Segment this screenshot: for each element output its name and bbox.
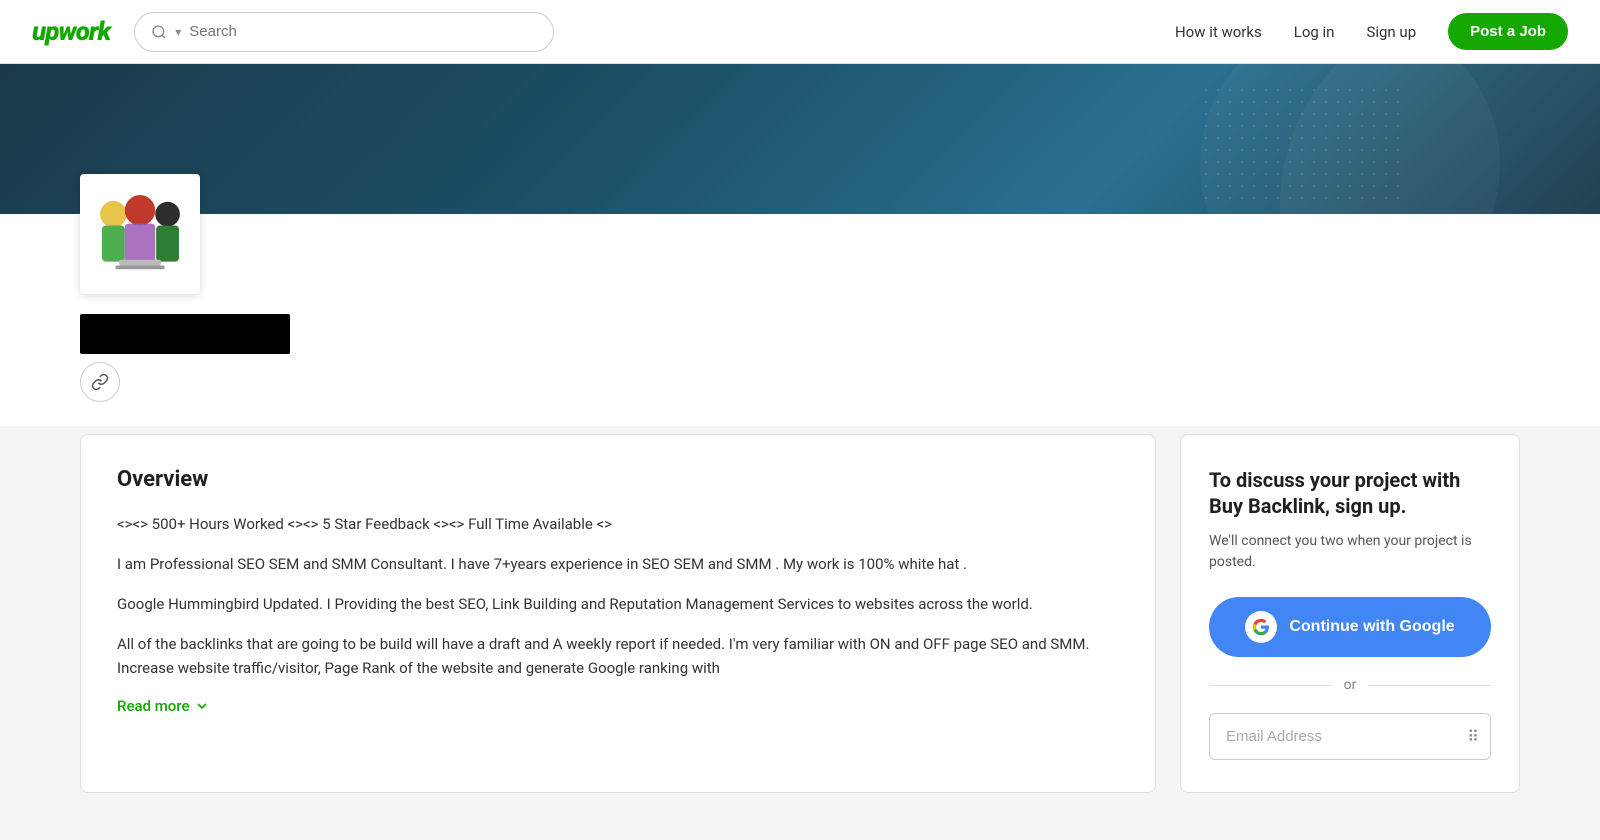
upwork-logo[interactable]: upwork bbox=[32, 17, 110, 47]
post-job-button[interactable]: Post a Job bbox=[1448, 13, 1568, 50]
search-icon bbox=[151, 24, 167, 40]
overview-card: Overview <><> 500+ Hours Worked <><> 5 S… bbox=[80, 434, 1156, 793]
email-icon: ⠿ bbox=[1467, 727, 1479, 746]
hero-banner bbox=[0, 64, 1600, 214]
hero-dots-decoration bbox=[1200, 84, 1400, 204]
signup-title: To discuss your project with Buy Backlin… bbox=[1209, 467, 1491, 519]
overview-title: Overview bbox=[117, 467, 1119, 492]
header: upwork ▾ How it works Log in Sign up Pos… bbox=[0, 0, 1600, 64]
main-content: Overview <><> 500+ Hours Worked <><> 5 S… bbox=[0, 426, 1600, 833]
main-nav: How it works Log in Sign up Post a Job bbox=[1175, 13, 1568, 50]
profile-section bbox=[0, 214, 1600, 426]
profile-link-button[interactable] bbox=[80, 362, 120, 402]
nav-signup[interactable]: Sign up bbox=[1366, 23, 1416, 41]
avatar-illustration bbox=[83, 181, 197, 291]
email-input-wrapper: ⠿ bbox=[1209, 713, 1491, 760]
read-more-link[interactable]: Read more bbox=[117, 697, 210, 715]
signup-subtitle: We'll connect you two when your project … bbox=[1209, 531, 1491, 573]
google-icon bbox=[1245, 611, 1277, 643]
nav-how-it-works[interactable]: How it works bbox=[1175, 23, 1262, 41]
overview-paragraph-2: I am Professional SEO SEM and SMM Consul… bbox=[117, 552, 1119, 576]
or-text: or bbox=[1344, 677, 1357, 693]
avatar bbox=[80, 174, 200, 294]
signup-card: To discuss your project with Buy Backlin… bbox=[1180, 434, 1520, 793]
search-input[interactable] bbox=[189, 23, 537, 40]
or-divider: or bbox=[1209, 677, 1491, 693]
overview-paragraph-1: <><> 500+ Hours Worked <><> 5 Star Feedb… bbox=[117, 512, 1119, 536]
chevron-down-icon bbox=[194, 698, 210, 714]
link-icon bbox=[91, 373, 109, 391]
nav-login[interactable]: Log in bbox=[1294, 23, 1335, 41]
profile-name-bar bbox=[80, 314, 290, 354]
email-field[interactable] bbox=[1209, 713, 1491, 760]
overview-paragraph-4: All of the backlinks that are going to b… bbox=[117, 632, 1119, 680]
google-signin-button[interactable]: Continue with Google bbox=[1209, 597, 1491, 657]
search-bar: ▾ bbox=[134, 12, 554, 52]
search-dropdown-icon[interactable]: ▾ bbox=[175, 25, 181, 39]
overview-paragraph-3: Google Hummingbird Updated. I Providing … bbox=[117, 592, 1119, 616]
